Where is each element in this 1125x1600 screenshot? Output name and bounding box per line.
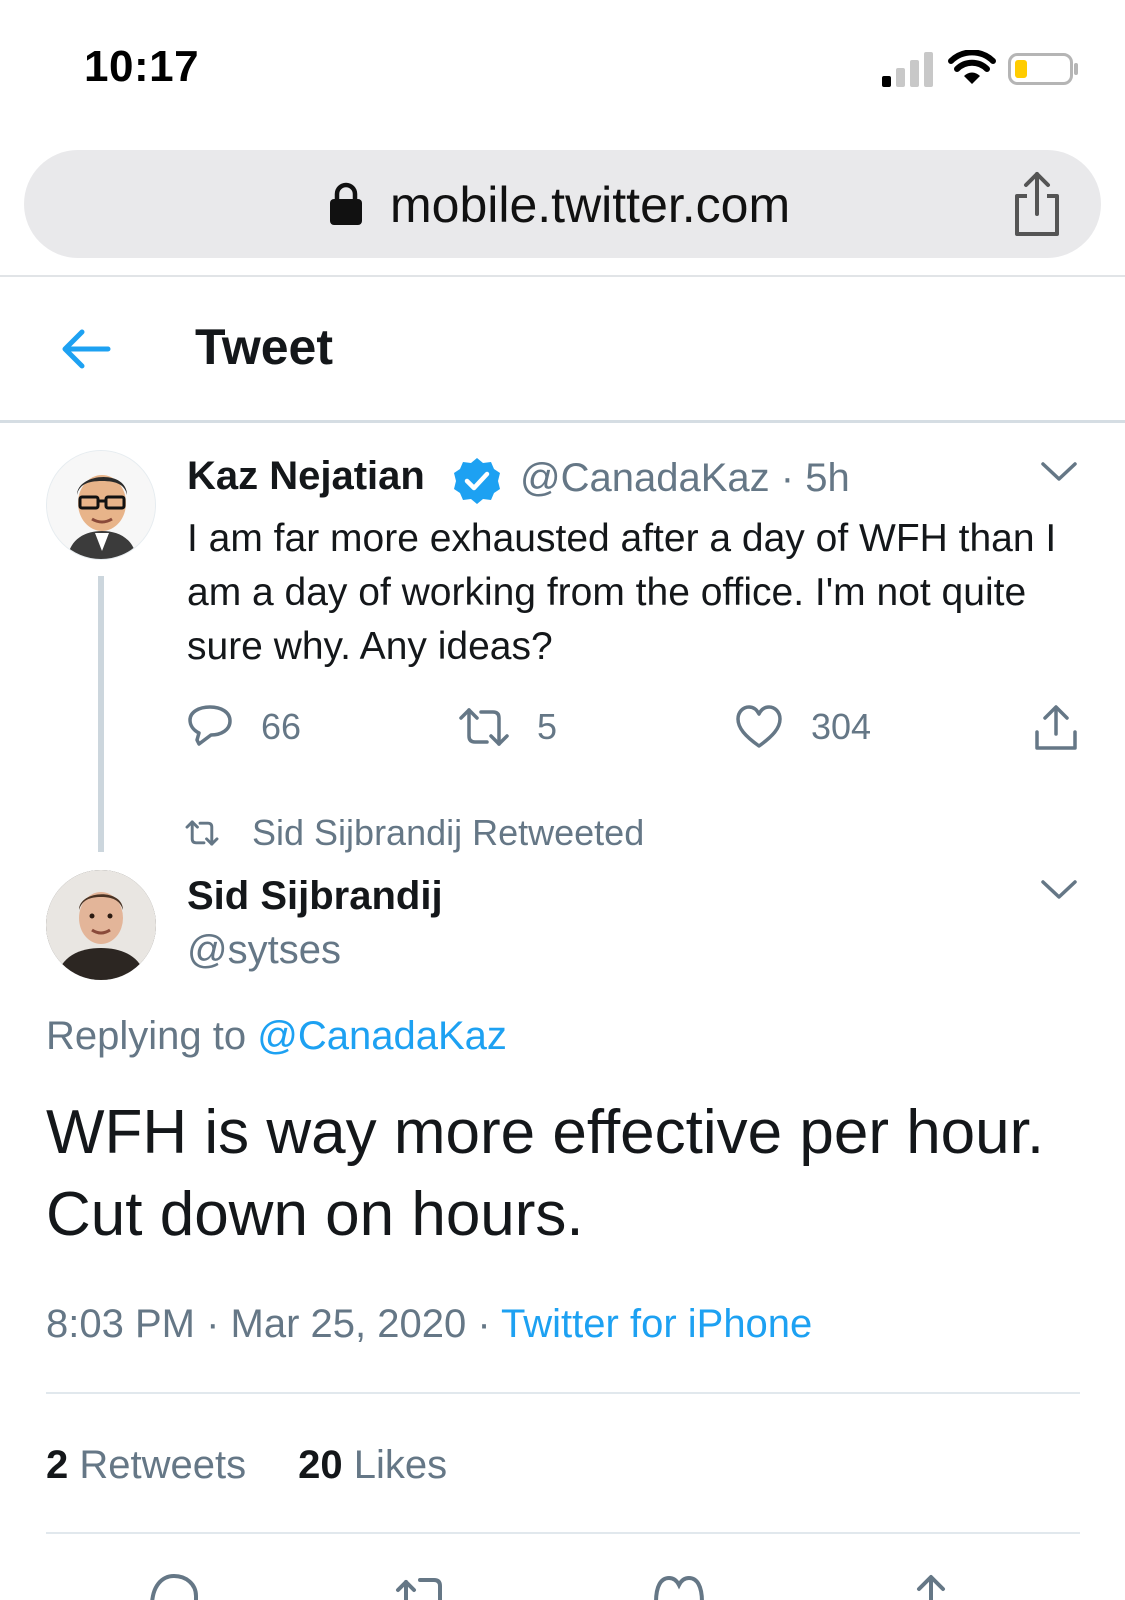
- url-text: mobile.twitter.com: [390, 177, 791, 233]
- share-icon[interactable]: [1007, 168, 1067, 240]
- author-name[interactable]: Sid Sijbrandij: [187, 874, 443, 919]
- author-handle[interactable]: @sytses: [187, 928, 341, 973]
- retweeted-by-banner[interactable]: Sid Sijbrandij Retweeted: [182, 808, 882, 858]
- retweets-stat[interactable]: 2 Retweets: [46, 1443, 246, 1487]
- page-title: Tweet: [195, 319, 333, 375]
- thread-line: [98, 576, 104, 852]
- wifi-icon: [948, 50, 996, 84]
- tweet-actions: [0, 1572, 1125, 1600]
- share-button[interactable]: [1033, 700, 1083, 754]
- divider: [46, 1392, 1080, 1394]
- replying-to: Replying to @CanadaKaz: [46, 1014, 507, 1059]
- reply-icon[interactable]: [148, 1572, 200, 1600]
- likes-label: Likes: [353, 1443, 448, 1487]
- lock-icon: [330, 182, 362, 225]
- retweet-icon[interactable]: [394, 1572, 450, 1600]
- chevron-down-icon[interactable]: [1040, 876, 1078, 904]
- reply-button[interactable]: 66: [187, 700, 327, 754]
- replying-to-label: Replying to: [46, 1014, 247, 1058]
- chevron-down-icon[interactable]: [1040, 458, 1078, 486]
- retweets-label: Retweets: [79, 1443, 247, 1487]
- reply-count: 66: [261, 706, 302, 747]
- share-icon: [1035, 705, 1077, 750]
- tweet-text: I am far more exhausted after a day of W…: [187, 517, 1057, 668]
- heart-icon: [736, 705, 782, 748]
- retweet-button[interactable]: 5: [457, 700, 597, 754]
- avatar-photo: [46, 870, 156, 980]
- retweets-count: 2: [46, 1443, 69, 1487]
- retweet-icon: [185, 820, 219, 846]
- retweet-count: 5: [537, 706, 558, 747]
- divider: [46, 1532, 1080, 1534]
- divider: [0, 275, 1125, 277]
- likes-count: 20: [298, 1443, 343, 1487]
- reply-icon: [188, 705, 232, 746]
- avatar[interactable]: [46, 870, 156, 980]
- back-arrow-icon[interactable]: [58, 322, 112, 376]
- share-icon[interactable]: [906, 1572, 956, 1600]
- replying-to-handle-link[interactable]: @CanadaKaz: [257, 1014, 507, 1058]
- status-bar: 10:17: [0, 0, 1125, 130]
- status-time: 10:17: [84, 42, 200, 91]
- tweet-stats: 2 Retweets 20 Likes: [46, 1443, 447, 1488]
- verified-badge-icon: [454, 458, 500, 504]
- address-bar[interactable]: mobile.twitter.com: [24, 150, 1101, 258]
- likes-stat[interactable]: 20 Likes: [298, 1443, 447, 1487]
- cellular-signal-icon: [882, 52, 933, 87]
- author-handle-time: @CanadaKaz · 5h: [520, 456, 850, 500]
- battery-icon: [1008, 53, 1078, 85]
- tweet-actions: 66 5 304: [187, 700, 1087, 754]
- retweeted-by-text: Sid Sijbrandij Retweeted: [252, 812, 645, 853]
- tweet-text: WFH is way more effective per hour. Cut …: [46, 1098, 1045, 1249]
- avatar-illustration: [47, 451, 155, 559]
- tweet-source-link[interactable]: Twitter for iPhone: [501, 1302, 812, 1346]
- avatar[interactable]: [46, 450, 156, 560]
- tweet-metadata: 8:03 PM · Mar 25, 2020 · Twitter for iPh…: [46, 1302, 812, 1347]
- retweet-icon: [459, 708, 509, 746]
- like-button[interactable]: 304: [735, 700, 905, 754]
- tweet-timestamp: 8:03 PM · Mar 25, 2020 ·: [46, 1302, 502, 1346]
- heart-icon[interactable]: [652, 1572, 706, 1600]
- author-name[interactable]: Kaz Nejatian: [187, 454, 425, 499]
- like-count: 304: [811, 706, 872, 747]
- header-divider: [0, 420, 1125, 423]
